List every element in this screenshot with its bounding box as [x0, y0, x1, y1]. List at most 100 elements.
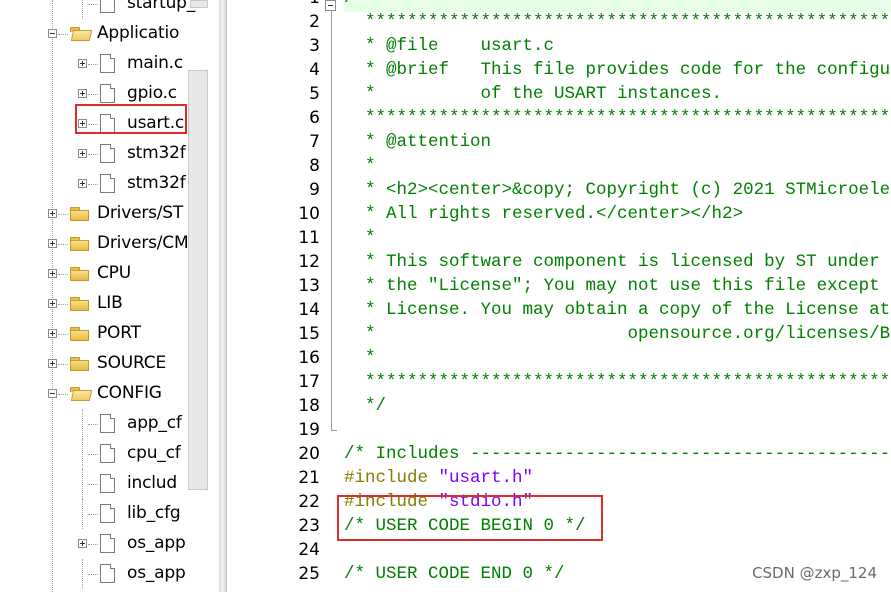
- tree-item-label: cpu_cf: [127, 443, 181, 463]
- tree-scrollbar-thumb[interactable]: [188, 70, 208, 490]
- tree-item[interactable]: os_app: [0, 559, 212, 589]
- code-token: * of the USART instances.: [344, 84, 723, 104]
- tree-item[interactable]: os_app: [0, 529, 212, 559]
- code-line[interactable]: * This software component is licensed by…: [344, 250, 891, 274]
- code-line[interactable]: ****************************************…: [344, 370, 891, 394]
- tree-item-label: startup_: [127, 0, 196, 13]
- tree-item[interactable]: stm32f: [0, 139, 212, 169]
- code-line[interactable]: /* Includes ----------------------------…: [344, 442, 891, 466]
- tree-item[interactable]: lib_cfg: [0, 499, 212, 529]
- tree-item-label: os_app: [127, 563, 186, 583]
- code-line[interactable]: ****************************************…: [344, 106, 891, 130]
- tree-item[interactable]: CPU: [0, 259, 212, 289]
- tree-item[interactable]: CONFIG: [0, 379, 212, 409]
- line-number: 25: [298, 564, 320, 584]
- tree-item[interactable]: stm32f: [0, 169, 212, 199]
- expand-icon[interactable]: [48, 239, 57, 248]
- code-line[interactable]: * @file usart.c: [344, 34, 554, 58]
- tree-item-label: Drivers/CM: [97, 233, 189, 253]
- tree-item-label: PORT: [97, 323, 141, 343]
- code-line[interactable]: * @brief This file provides code for the…: [344, 58, 891, 82]
- code-line[interactable]: * the "License"; You may not use this fi…: [344, 274, 891, 298]
- file-icon: [100, 54, 115, 73]
- code-line[interactable]: *: [344, 346, 376, 370]
- expand-icon[interactable]: [48, 329, 57, 338]
- code-line[interactable]: /**: [344, 0, 376, 10]
- code-line[interactable]: *: [344, 154, 376, 178]
- code-line[interactable]: ****************************************…: [344, 10, 891, 34]
- tree-item[interactable]: cpu_cf: [0, 439, 212, 469]
- project-tree: startup_ Applicatio main.c gpio.c usart.c stm…: [0, 0, 212, 592]
- expand-icon[interactable]: [78, 59, 87, 68]
- usart-file-highlight-box: [75, 104, 187, 134]
- tree-item[interactable]: LIB: [0, 289, 212, 319]
- file-icon: [100, 0, 115, 13]
- line-number: 10: [298, 204, 320, 224]
- code-token: * This software component is licensed by…: [365, 252, 891, 272]
- tree-item[interactable]: startup_: [0, 0, 212, 19]
- code-line[interactable]: *: [344, 226, 376, 250]
- tree-item[interactable]: main.c: [0, 49, 212, 79]
- file-icon: [100, 504, 115, 523]
- folder-open-icon: [70, 27, 93, 41]
- tree-item-label: os_app: [127, 533, 186, 553]
- file-icon: [100, 84, 115, 103]
- include-highlight-box: [337, 495, 603, 541]
- line-number: 16: [298, 348, 320, 368]
- file-icon: [100, 444, 115, 463]
- tree-item-label: main.c: [127, 53, 184, 73]
- code-token: *: [344, 228, 376, 248]
- code-token: * @attention: [344, 132, 492, 152]
- code-token: ****************************************…: [365, 372, 891, 392]
- tree-item[interactable]: Applicatio: [0, 19, 212, 49]
- line-number: 13: [298, 276, 320, 296]
- pane-splitter[interactable]: [219, 0, 227, 592]
- file-icon: [100, 534, 115, 553]
- tree-connector: [82, 439, 83, 469]
- tree-item[interactable]: Drivers/CM: [0, 229, 212, 259]
- folder-icon: [70, 267, 89, 281]
- tree-connector: [58, 214, 68, 215]
- expand-icon[interactable]: [48, 359, 57, 368]
- tree-connector: [58, 304, 68, 305]
- code-line[interactable]: /* USER CODE END 0 */: [344, 562, 565, 586]
- code-token: /* USER CODE END 0 */: [344, 564, 565, 584]
- folder-icon: [70, 327, 89, 341]
- expand-icon[interactable]: [48, 209, 57, 218]
- tree-connector: [88, 454, 98, 455]
- tree-item-label: includ: [127, 473, 177, 493]
- code-line[interactable]: * @attention: [344, 130, 491, 154]
- tree-item-label: SOURCE: [97, 353, 166, 373]
- tree-item[interactable]: PORT: [0, 319, 212, 349]
- tree-item-label: lib_cfg: [127, 503, 181, 523]
- code-token: /**: [344, 0, 376, 8]
- code-line[interactable]: #include "usart.h": [344, 466, 533, 490]
- expand-icon[interactable]: [78, 149, 87, 158]
- code-line[interactable]: * opensource.org/licenses/BSD-3-Clause: [344, 322, 891, 346]
- line-number: 11: [298, 228, 320, 248]
- expand-icon[interactable]: [48, 299, 57, 308]
- collapse-icon[interactable]: [48, 29, 57, 38]
- line-number: 15: [298, 324, 320, 344]
- expand-icon[interactable]: [78, 89, 87, 98]
- line-number: 24: [298, 540, 320, 560]
- code-token: *: [344, 156, 376, 176]
- tree-item[interactable]: SOURCE: [0, 349, 212, 379]
- collapse-icon[interactable]: [48, 389, 57, 398]
- tree-item[interactable]: includ: [0, 469, 212, 499]
- tree-item[interactable]: Drivers/ST: [0, 199, 212, 229]
- line-number: 4: [309, 60, 320, 80]
- tree-item[interactable]: app_cf: [0, 409, 212, 439]
- line-number: 17: [298, 372, 320, 392]
- file-icon: [100, 144, 115, 163]
- code-line[interactable]: * of the USART instances.: [344, 82, 722, 106]
- expand-icon[interactable]: [78, 179, 87, 188]
- line-number: 12: [298, 252, 320, 272]
- code-line[interactable]: * <h2><center>&copy; Copyright (c) 2021 …: [344, 178, 891, 202]
- expand-icon[interactable]: [48, 269, 57, 278]
- expand-icon[interactable]: [78, 539, 87, 548]
- code-line[interactable]: * License. You may obtain a copy of the …: [344, 298, 891, 322]
- code-editor[interactable]: 1234567891011121314151617181920212223242…: [227, 0, 891, 592]
- code-line[interactable]: */: [344, 394, 386, 418]
- code-line[interactable]: * All rights reserved.</center></h2>: [344, 202, 743, 226]
